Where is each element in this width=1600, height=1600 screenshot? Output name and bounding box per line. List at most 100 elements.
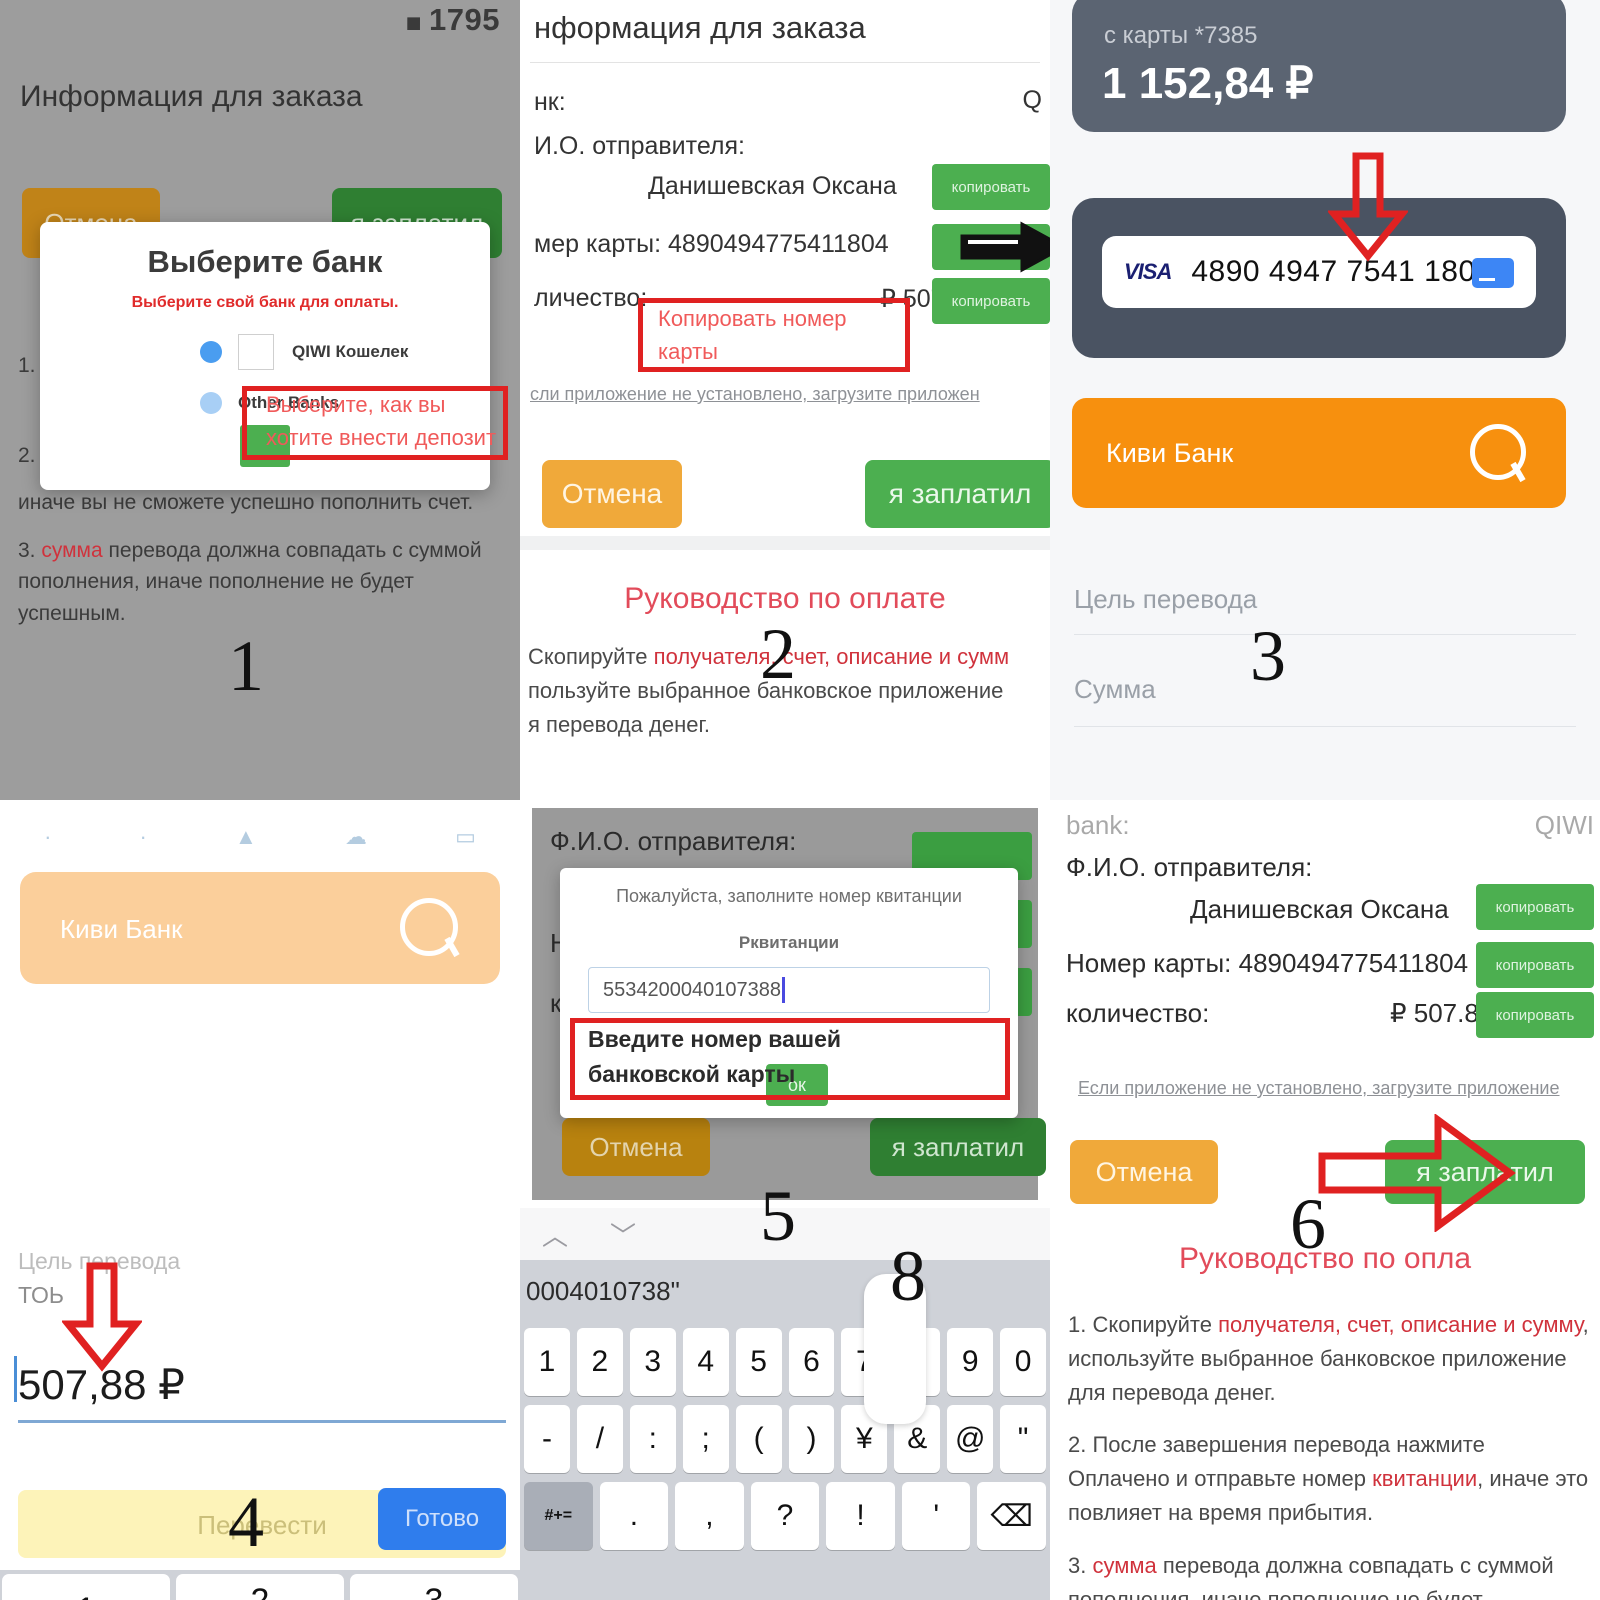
i-paid-button[interactable]: я заплатил xyxy=(870,1118,1046,1176)
text-caret xyxy=(14,1356,17,1402)
balance-caption: с карты *7385 xyxy=(1104,22,1258,49)
red-down-arrow-icon xyxy=(62,1262,142,1372)
checkbox-icon[interactable] xyxy=(238,334,274,370)
amount-field-label[interactable]: Сумма xyxy=(1074,674,1156,705)
install-app-note[interactable]: Если приложение не установлено, загрузит… xyxy=(1078,1078,1560,1099)
keypad-key-3[interactable]: 3Д Е Ж З xyxy=(350,1574,518,1600)
keyboard-key-,[interactable]: , xyxy=(675,1482,744,1550)
bank-label: нк: xyxy=(534,88,566,116)
install-app-note[interactable]: сли приложение не установлено, загрузите… xyxy=(530,384,980,405)
suggestion-item[interactable]: 0004010738" xyxy=(526,1276,680,1307)
home-icon[interactable]: ▲ xyxy=(235,824,257,850)
toolbar-icon[interactable]: · xyxy=(44,824,51,850)
keyboard-key-3[interactable]: 3 xyxy=(629,1328,676,1396)
keyboard-key-([interactable]: ( xyxy=(735,1405,782,1473)
keyboard-key-5[interactable]: 5 xyxy=(735,1328,782,1396)
page-title: Информация для заказа xyxy=(20,80,363,113)
keyboard-key-⌫[interactable]: ⌫ xyxy=(977,1482,1047,1550)
guide-title: Руководство по оплате xyxy=(624,582,946,615)
keypad-digit: 1 xyxy=(77,1593,96,1600)
keyboard-key-;[interactable]: ; xyxy=(682,1405,729,1473)
screenshot-grid: ◆1795 Информация для заказа Отмена я зап… xyxy=(0,0,1600,1600)
keyboard-key-'[interactable]: ' xyxy=(901,1482,971,1550)
annotation-text: Копировать номер карты xyxy=(658,306,847,364)
keyboard-key-:[interactable]: : xyxy=(629,1405,676,1473)
input-underline xyxy=(18,1420,506,1423)
bank-name-label: Киви Банк xyxy=(1106,438,1234,468)
step-number: 1 xyxy=(228,626,264,706)
top-toolbar: · · ▲ ☁ ▭ xyxy=(0,818,520,856)
keyboard-key-4[interactable]: 4 xyxy=(682,1328,729,1396)
purpose-field-value[interactable]: ТОЬ xyxy=(18,1282,64,1309)
keyboard-key-@[interactable]: @ xyxy=(947,1405,994,1473)
panel-step-5: Ф.И.О. отправителя: Данишевская Оксана Н… xyxy=(520,800,1050,1600)
cancel-button[interactable]: Отмена xyxy=(542,460,682,528)
window-icon[interactable]: ▭ xyxy=(455,824,476,850)
step-number: 6 xyxy=(1290,1184,1326,1264)
step-number: 3 xyxy=(1250,616,1286,696)
cancel-button[interactable]: Отмена xyxy=(1070,1140,1218,1204)
annotation-text: Введите номер вашей банковской карты xyxy=(588,1026,842,1087)
keyboard-key-2[interactable]: 2 xyxy=(576,1328,623,1396)
copy-amount-button[interactable]: копировать xyxy=(932,278,1050,324)
chevron-up-icon[interactable]: ︿ xyxy=(542,1216,568,1253)
keyboard-key-.[interactable]: . xyxy=(599,1482,669,1550)
keyboard-row: #+=.,?! ' ⌫ xyxy=(524,1482,1047,1550)
guide-text: 1. Скопируйте получателя, счет, описание… xyxy=(1068,1308,1590,1600)
divider xyxy=(530,62,1040,63)
i-paid-button[interactable]: я заплатил xyxy=(865,460,1050,528)
bank-value: QIWI xyxy=(1534,810,1594,840)
keypad-digit: 2 xyxy=(251,1584,270,1600)
sender-label: Ф.И.О. отправителя: xyxy=(550,826,797,856)
done-button[interactable]: Готово xyxy=(378,1488,506,1550)
keyboard-key-1[interactable]: 1 xyxy=(524,1328,570,1396)
red-right-arrow-icon xyxy=(1318,1114,1516,1232)
bank-option-label: QIWI Кошелек xyxy=(292,342,409,361)
copy-sender-button[interactable]: копировать xyxy=(932,164,1050,210)
card-scan-icon[interactable] xyxy=(1472,258,1514,288)
page-title: нформация для заказа xyxy=(534,10,866,45)
keyboard-key-0[interactable]: 0 xyxy=(1000,1328,1047,1396)
cloud-icon[interactable]: ☁ xyxy=(345,824,367,850)
keypad-key-2[interactable]: 2А Б В Г xyxy=(176,1574,344,1600)
receipt-input-value: 5534200040107388 xyxy=(603,978,781,1001)
bank-label: bank: xyxy=(1066,810,1130,840)
sender-value: Данишевская Оксана xyxy=(1190,894,1449,924)
bank-option-qiwi[interactable]: QIWI Кошелек xyxy=(200,334,490,370)
toolbar-icon[interactable]: · xyxy=(140,824,147,850)
instruction-3: 3. сумма перевода должна совпадать с сум… xyxy=(18,538,482,625)
qiwi-bank-banner[interactable]: Киви Банк xyxy=(1072,398,1566,508)
keyboard-key--[interactable]: - xyxy=(524,1405,570,1473)
card-number-field[interactable]: VISA 4890 4947 7541 1804 xyxy=(1102,236,1536,308)
qiwi-bank-banner[interactable]: Киви Банк xyxy=(20,872,500,984)
card-entry-box: VISA 4890 4947 7541 1804 xyxy=(1072,198,1566,358)
keyboard-key-?[interactable]: ? xyxy=(750,1482,820,1550)
keyboard-row: - /:;() ¥ & @ " xyxy=(524,1405,1047,1473)
keyboard-key-"[interactable]: " xyxy=(1000,1405,1047,1473)
dialog-field-label: Рквитанции xyxy=(738,933,840,952)
radio-icon[interactable] xyxy=(200,392,222,414)
diamond-icon: ◆ xyxy=(399,7,430,38)
keyboard-key-![interactable]: ! xyxy=(826,1482,895,1550)
panel-step-3: с карты *7385 1 152,84 ₽ VISA 4890 4947 … xyxy=(1050,0,1600,800)
keyboard-rows: 1234567890 -/:;()¥&@" #+=.,?!'⌫ xyxy=(520,1322,1050,1600)
receipt-input[interactable]: 5534200040107388 xyxy=(588,967,990,1013)
qiwi-logo-icon xyxy=(400,898,458,956)
numeric-keypad: 12А Б В Г3Д Е Ж З4И Й К Л5М Н О П6Р С Т … xyxy=(0,1570,520,1600)
panel-step-4: · · ▲ ☁ ▭ Киви Банк Цель перевода ТОЬ 50… xyxy=(0,800,520,1600)
keyboard-key-6[interactable]: 6 xyxy=(788,1328,835,1396)
keypad-key-1[interactable]: 1 xyxy=(2,1574,170,1600)
sender-label: Ф.И.О. отправителя: xyxy=(1066,852,1313,882)
copy-card-button[interactable]: копировать xyxy=(1476,942,1594,988)
keyboard-key-#+=[interactable]: #+= xyxy=(524,1482,593,1550)
radio-icon[interactable] xyxy=(200,341,222,363)
keyboard-key-9[interactable]: 9 xyxy=(947,1328,994,1396)
keyboard-key-)[interactable]: ) xyxy=(788,1405,835,1473)
copy-amount-button[interactable]: копировать xyxy=(1476,992,1594,1038)
balance-amount: 1 152,84 ₽ xyxy=(1102,59,1314,108)
chevron-down-icon[interactable]: ﹀ xyxy=(610,1216,636,1253)
keyboard-key-/[interactable]: / xyxy=(576,1405,623,1473)
purpose-field-label[interactable]: Цель перевода xyxy=(1074,584,1257,615)
cancel-button[interactable]: Отмена xyxy=(562,1118,710,1176)
copy-sender-button[interactable]: копировать xyxy=(1476,884,1594,930)
